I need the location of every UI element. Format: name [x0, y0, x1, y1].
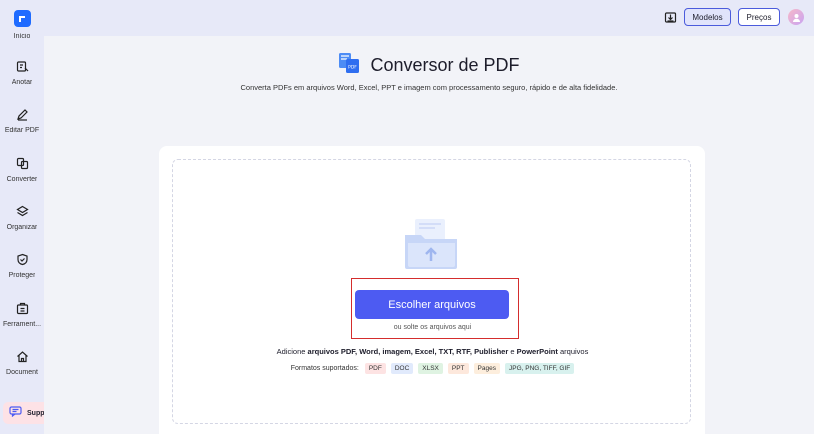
sidebar-item-label: Ferrament... [2, 321, 42, 328]
annotate-icon [15, 59, 29, 73]
top-bar: Modelos Preços [44, 0, 814, 36]
shield-icon [15, 252, 29, 266]
precos-button[interactable]: Preços [738, 8, 780, 26]
sidebar-item-document[interactable]: Document [0, 349, 44, 376]
chat-icon [9, 404, 22, 422]
format-chip: JPG, PNG, TIFF, GIF [504, 363, 575, 374]
page-subtitle: Converta PDFs em arquivos Word, Excel, P… [240, 83, 618, 92]
sidebar-item-ferramentas[interactable]: Ferrament... [0, 301, 44, 328]
sidebar-item-label: Início [13, 33, 31, 40]
pdf-converter-icon: PDF [338, 52, 360, 79]
sidebar-item-editar-pdf[interactable]: Editar PDF [0, 107, 44, 134]
app-logo-icon [13, 10, 31, 27]
sidebar-item-label: Editar PDF [4, 127, 40, 134]
page-title: Conversor de PDF [370, 55, 520, 75]
sidebar-item-proteger[interactable]: Proteger [0, 252, 44, 279]
formats-row: Formatos suportados: PDF DOC XLSX PPT Pa… [173, 363, 692, 374]
sidebar-item-label: Organizar [6, 224, 38, 231]
download-icon[interactable] [664, 11, 678, 25]
edit-icon [15, 107, 29, 121]
format-chip: PPT [447, 363, 469, 374]
sidebar-item-label: Converter [6, 176, 38, 183]
sidebar-item-label: Document [6, 369, 38, 376]
format-chip: XLSX [418, 363, 443, 374]
modelos-button[interactable]: Modelos [684, 8, 731, 26]
format-chip: DOC [390, 363, 414, 374]
drop-zone[interactable]: Escolher arquivos ou solte os arquivos a… [172, 159, 691, 424]
sidebar-item-label: Proteger [8, 272, 36, 279]
convert-icon [15, 156, 29, 170]
supported-files-text: Adicione arquivos PDF, Word, imagem, Exc… [276, 347, 589, 356]
sidebar-item-anotar[interactable]: Anotar [0, 59, 44, 86]
page-header: PDF Conversor de PDF [44, 52, 814, 79]
sidebar-item-inicio[interactable]: Início [0, 10, 44, 40]
sidebar-item-label: Anotar [11, 79, 33, 86]
main-content: PDF Conversor de PDF Converta PDFs em ar… [44, 36, 814, 434]
folder-upload-icon [403, 215, 461, 273]
choose-files-button[interactable]: Escolher arquivos [355, 290, 509, 319]
svg-text:PDF: PDF [349, 65, 358, 71]
upload-card: Escolher arquivos ou solte os arquivos a… [159, 146, 705, 434]
house-icon [15, 349, 29, 363]
sidebar-item-organizar[interactable]: Organizar [0, 204, 44, 231]
sidebar: Início Anotar Editar PDF Converter Organ… [0, 0, 44, 434]
tools-icon [15, 301, 29, 315]
format-chip: PDF [364, 363, 386, 374]
sidebar-item-converter[interactable]: Converter [0, 156, 44, 183]
drop-hint: ou solte os arquivos aqui [393, 324, 472, 331]
layers-icon [15, 204, 29, 218]
format-chip: Pages [473, 363, 500, 374]
formats-label: Formatos suportados: [290, 365, 359, 372]
avatar[interactable] [788, 9, 804, 25]
